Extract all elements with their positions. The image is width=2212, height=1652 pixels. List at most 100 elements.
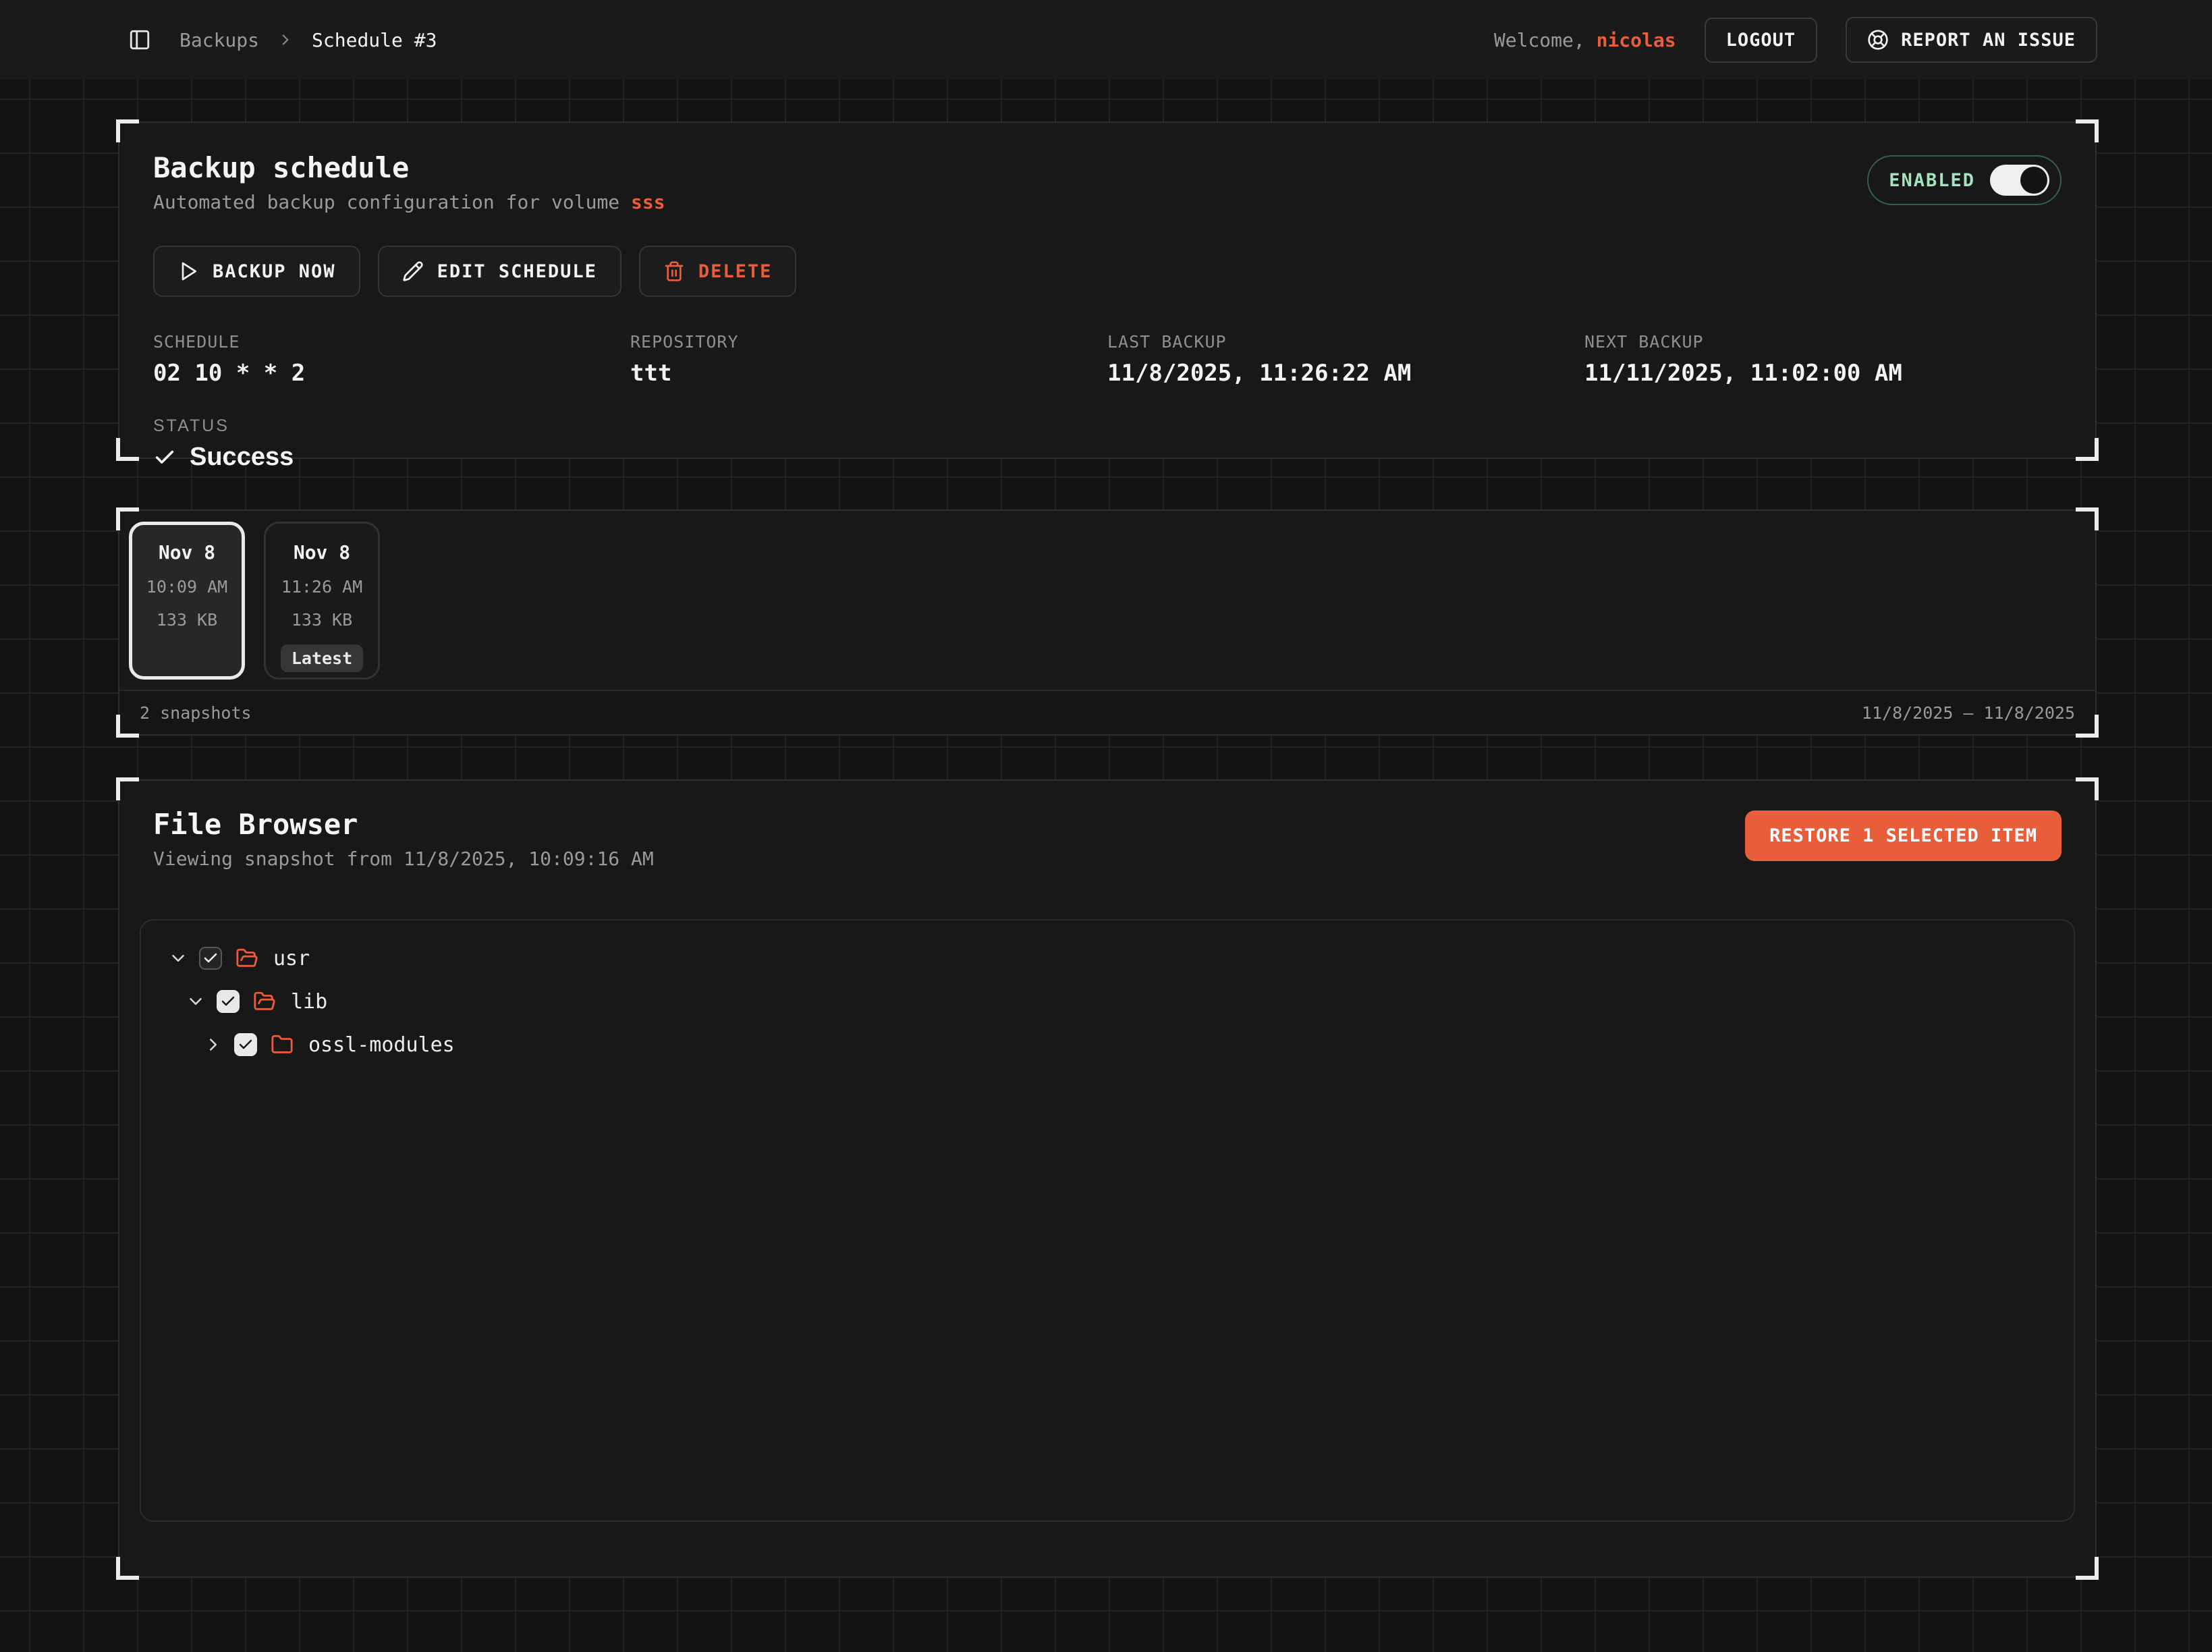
corner-bracket (116, 1557, 139, 1580)
backup-schedule-card: Backup schedule Automated backup configu… (118, 121, 2097, 459)
trash-icon (663, 260, 685, 282)
check-icon (220, 993, 236, 1010)
field-label: LAST BACKUP (1107, 332, 1584, 352)
snapshot-time: 11:26 AM (266, 577, 378, 597)
checkbox-lib[interactable] (217, 990, 240, 1013)
delete-label: DELETE (698, 261, 773, 282)
subtitle-prefix: Automated backup configuration for volum… (153, 191, 631, 213)
folder-icon (271, 1033, 294, 1056)
field-next-backup: NEXT BACKUP 11/11/2025, 11:02:00 AM (1584, 332, 2062, 387)
corner-bracket (2076, 119, 2099, 142)
field-repository: REPOSITORY ttt (630, 332, 1107, 387)
edit-schedule-button[interactable]: EDIT SCHEDULE (378, 246, 621, 297)
corner-bracket (2076, 1557, 2099, 1580)
folder-open-icon (236, 947, 258, 970)
field-value: 11/8/2025, 11:26:22 AM (1107, 360, 1584, 387)
field-value: 02 10 * * 2 (153, 360, 630, 387)
corner-bracket (116, 777, 139, 800)
play-icon (177, 260, 199, 282)
sidebar-toggle-button[interactable] (128, 28, 151, 51)
file-browser-title: File Browser (153, 808, 654, 841)
checkbox-usr[interactable] (199, 947, 222, 970)
chevron-down-icon[interactable] (186, 991, 206, 1012)
snapshots-footer: 2 snapshots 11/8/2025 – 11/8/2025 (119, 690, 2095, 734)
welcome-prefix: Welcome, (1494, 29, 1597, 51)
topbar: Backups Schedule #3 Welcome, nicolas LOG… (0, 0, 2212, 80)
topbar-right: Welcome, nicolas LOGOUT REPORT AN ISSUE (1494, 17, 2097, 63)
edit-schedule-label: EDIT SCHEDULE (437, 261, 597, 282)
latest-badge: Latest (281, 644, 363, 672)
check-icon (202, 950, 219, 966)
corner-bracket (2076, 777, 2099, 800)
breadcrumb-backups[interactable]: Backups (179, 29, 259, 51)
breadcrumb: Backups Schedule #3 (179, 29, 437, 51)
tree-row-ossl-modules[interactable]: ossl-modules (203, 1023, 2074, 1066)
chevron-down-icon[interactable] (168, 948, 188, 968)
field-value: ttt (630, 360, 1107, 387)
corner-bracket (2076, 715, 2099, 738)
snapshot-size: 133 KB (132, 610, 242, 630)
username: nicolas (1597, 29, 1676, 51)
welcome-text: Welcome, nicolas (1494, 29, 1676, 51)
panel-left-icon (128, 28, 151, 51)
check-icon (238, 1037, 254, 1053)
file-browser-card: File Browser Viewing snapshot from 11/8/… (118, 779, 2097, 1578)
corner-bracket (116, 119, 139, 142)
volume-name: sss (631, 191, 665, 213)
check-icon (153, 446, 176, 469)
tree-item-name: ossl-modules (308, 1033, 455, 1057)
corner-bracket (116, 507, 139, 530)
tree-item-name: lib (291, 990, 327, 1014)
field-value: 11/11/2025, 11:02:00 AM (1584, 360, 2062, 387)
corner-bracket (116, 715, 139, 738)
enabled-switch[interactable] (1990, 165, 2049, 196)
report-issue-button[interactable]: REPORT AN ISSUE (1846, 17, 2097, 63)
delete-button[interactable]: DELETE (639, 246, 797, 297)
schedule-fields: SCHEDULE 02 10 * * 2 REPOSITORY ttt LAST… (153, 332, 2062, 387)
file-browser-subtitle: Viewing snapshot from 11/8/2025, 10:09:1… (153, 848, 654, 870)
snapshot-date: Nov 8 (132, 541, 242, 563)
schedule-card-subtitle: Automated backup configuration for volum… (153, 191, 665, 213)
field-label: SCHEDULE (153, 332, 630, 352)
corner-bracket (2076, 507, 2099, 530)
tree-item-name: usr (273, 947, 310, 970)
schedule-card-title: Backup schedule (153, 151, 665, 184)
breadcrumb-current-page: Schedule #3 (312, 29, 437, 51)
field-label: REPOSITORY (630, 332, 1107, 352)
pencil-icon (402, 260, 424, 282)
field-label: NEXT BACKUP (1584, 332, 2062, 352)
tree-row-lib[interactable]: lib (186, 980, 2074, 1023)
file-browser-heading: File Browser Viewing snapshot from 11/8/… (153, 808, 654, 870)
backup-now-label: BACKUP NOW (213, 261, 336, 282)
logout-button[interactable]: LOGOUT (1705, 18, 1818, 63)
snapshot-strip: Nov 8 10:09 AM 133 KB Nov 8 11:26 AM 133… (119, 511, 2095, 690)
snapshot-tile-latest[interactable]: Nov 8 11:26 AM 133 KB Latest (264, 522, 380, 680)
snapshot-date-range: 11/8/2025 – 11/8/2025 (1862, 703, 2075, 723)
backup-now-button[interactable]: BACKUP NOW (153, 246, 360, 297)
life-buoy-icon (1867, 29, 1889, 51)
snapshots-card: Nov 8 10:09 AM 133 KB Nov 8 11:26 AM 133… (118, 510, 2097, 736)
chevron-right-icon (277, 31, 294, 49)
corner-bracket (116, 438, 139, 461)
corner-bracket (2076, 438, 2099, 461)
chevron-right-icon[interactable] (203, 1035, 223, 1055)
restore-selected-button[interactable]: RESTORE 1 SELECTED ITEM (1745, 810, 2062, 861)
status-value: Success (190, 443, 294, 472)
logout-label: LOGOUT (1726, 30, 1796, 51)
snapshot-size: 133 KB (266, 610, 378, 630)
snapshot-time: 10:09 AM (132, 577, 242, 597)
status-block: STATUS Success (153, 416, 2062, 472)
snapshot-count: 2 snapshots (140, 703, 252, 723)
status-label: STATUS (153, 416, 2062, 436)
field-schedule: SCHEDULE 02 10 * * 2 (153, 332, 630, 387)
file-tree-panel: usr lib ossl-modules (140, 919, 2075, 1522)
report-issue-label: REPORT AN ISSUE (1901, 30, 2076, 51)
field-last-backup: LAST BACKUP 11/8/2025, 11:26:22 AM (1107, 332, 1584, 387)
enabled-toggle[interactable]: ENABLED (1867, 155, 2062, 205)
snapshot-date: Nov 8 (266, 541, 378, 563)
tree-row-usr[interactable]: usr (168, 937, 2074, 980)
folder-open-icon (253, 990, 276, 1013)
snapshot-tile-selected[interactable]: Nov 8 10:09 AM 133 KB (129, 522, 245, 680)
checkbox-ossl-modules[interactable] (234, 1033, 257, 1056)
schedule-card-heading: Backup schedule Automated backup configu… (153, 151, 665, 213)
